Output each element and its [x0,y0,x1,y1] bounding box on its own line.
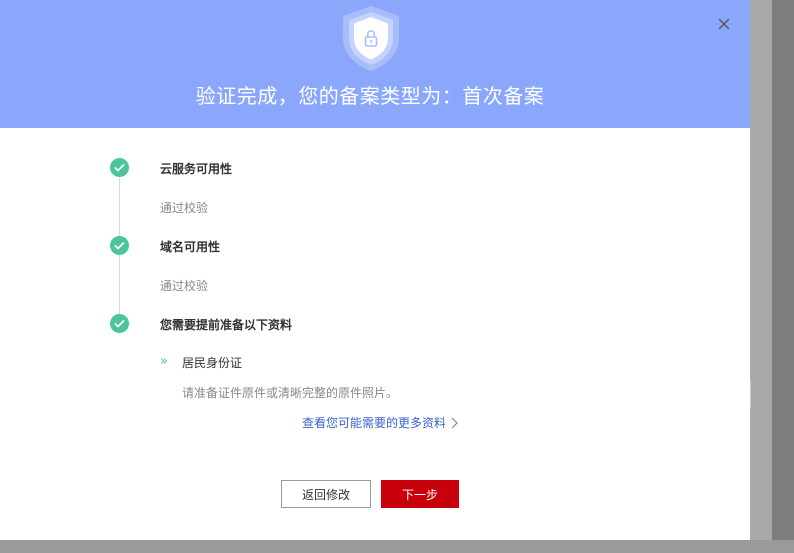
more-materials-label[interactable]: 查看您可能需要的更多资料 [302,414,446,431]
backdrop-right [750,0,794,553]
check-icon [110,158,129,177]
backdrop-edge [750,0,772,540]
close-icon[interactable] [718,18,730,30]
verification-dialog: 验证完成，您的备案类型为：首次备案 云服务可用性 通过校验 域名可用性 通过校验… [0,0,750,540]
double-chevron-icon: » [160,354,168,369]
dialog-header: 验证完成，您的备案类型为：首次备案 [0,0,750,128]
backdrop-divider [750,380,751,408]
shield-lock-icon [339,4,403,72]
document-name: 居民身份证 [182,356,243,370]
step-title-materials: 您需要提前准备以下资料 [160,318,293,332]
dialog-title: 验证完成，您的备案类型为：首次备案 [195,84,545,108]
check-icon [110,314,129,333]
back-button[interactable]: 返回修改 [281,480,371,508]
step-desc-domain: 通过校验 [160,279,209,293]
document-description: 请准备证件原件或清晰完整的原件照片。 [182,386,399,400]
chevron-right-icon [451,417,458,428]
step-desc-cloud-service: 通过校验 [160,201,209,215]
backdrop-bottom [0,540,794,553]
more-materials-link[interactable]: 查看您可能需要的更多资料 [302,414,459,431]
next-button[interactable]: 下一步 [381,480,459,508]
check-icon [110,236,129,255]
step-title-domain: 域名可用性 [160,240,221,254]
close-button[interactable] [712,12,736,36]
step-title-cloud-service: 云服务可用性 [160,162,233,176]
